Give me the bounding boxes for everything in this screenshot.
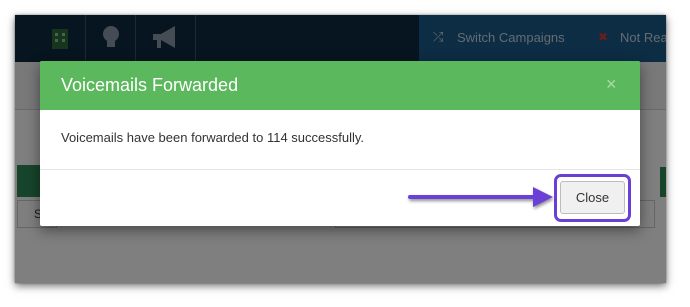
dialog-footer: [40, 170, 640, 226]
dialog-message: Voicemails have been forwarded to 114 su…: [61, 130, 365, 145]
app-window: ⤮ Switch Campaigns ✖ Not Rea S Voicemail…: [15, 15, 666, 283]
dialog-close-icon[interactable]: ×: [606, 75, 617, 93]
dialog-header: Voicemails Forwarded ×: [40, 61, 640, 110]
close-button[interactable]: Close: [560, 181, 625, 214]
voicemails-forwarded-dialog: Voicemails Forwarded × Voicemails have b…: [40, 61, 640, 226]
dialog-body: Voicemails have been forwarded to 114 su…: [40, 110, 640, 170]
dialog-title: Voicemails Forwarded: [61, 75, 239, 95]
